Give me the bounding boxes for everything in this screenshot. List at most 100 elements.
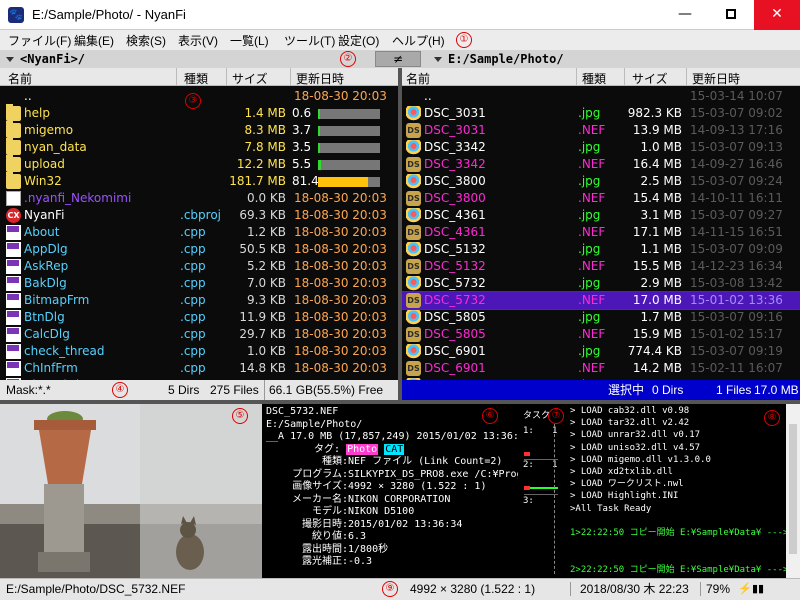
- log-pane[interactable]: > LOAD cab32.dll v0.98 > LOAD tar32.dll v…: [564, 404, 786, 578]
- file-row[interactable]: ChInfFrm .cpp 14.8 KB 18-08-30 20:03: [0, 360, 398, 377]
- file-row[interactable]: DSC_4361 .jpg 3.1 MB 15-03-07 09:27: [402, 207, 800, 224]
- file-row[interactable]: CalcDlg .cpp 29.7 KB 18-08-30 20:03: [0, 326, 398, 343]
- file-row[interactable]: DSC_5132 .jpg 1.1 MB 15-03-07 09:09: [402, 241, 800, 258]
- file-row[interactable]: DSC_6901 .jpg 774.4 KB 15-03-07 09:19: [402, 343, 800, 360]
- file-row[interactable]: upload 12.2 MB 5.5: [0, 155, 398, 173]
- menu-edit[interactable]: 編集(E): [74, 32, 114, 49]
- info-key: 画像サイズ:: [292, 481, 348, 492]
- left-path-bar[interactable]: <NyanFi>/: [0, 50, 372, 68]
- file-name: AppDlg: [24, 242, 68, 256]
- file-row[interactable]: .nyanfi_Nekomimi 0.0 KB 18-08-30 20:03: [0, 190, 398, 207]
- col-size[interactable]: サイズ: [632, 70, 668, 87]
- size-ratio-fill: [318, 160, 322, 170]
- file-row[interactable]: BitmapFrm .cpp 9.3 KB 18-08-30 20:03: [0, 292, 398, 309]
- image-preview[interactable]: ⑤: [0, 404, 262, 578]
- file-size: 2.5 MB: [640, 174, 682, 188]
- file-type: .jpg: [578, 174, 601, 188]
- menu-file[interactable]: ファイル(F): [8, 32, 71, 49]
- file-row[interactable]: nyan_data 7.8 MB 3.5: [0, 138, 398, 156]
- file-size: 3.1 MB: [640, 208, 682, 222]
- file-type: .NEF: [578, 225, 606, 239]
- marker-1: ①: [456, 32, 472, 48]
- menu-tools[interactable]: ツール(T): [284, 32, 335, 49]
- menu-search[interactable]: 検索(S): [126, 32, 166, 49]
- file-row[interactable]: DSC_3342 .jpg 1.0 MB 15-03-07 09:13: [402, 139, 800, 156]
- tag-photo[interactable]: Photo: [346, 443, 379, 455]
- col-type[interactable]: 種類: [184, 70, 208, 87]
- right-path-bar[interactable]: E:/Sample/Photo/: [426, 50, 800, 68]
- tag-cat[interactable]: CAT: [384, 443, 405, 455]
- file-row[interactable]: BtnDlg .cpp 11.9 KB 18-08-30 20:03: [0, 309, 398, 326]
- compare-button[interactable]: ≠: [375, 51, 421, 67]
- file-row[interactable]: AppDlg .cpp 50.5 KB 18-08-30 20:03: [0, 241, 398, 258]
- file-row[interactable]: DS DSC_5132 .NEF 15.5 MB 14-12-23 16:34: [402, 258, 800, 275]
- file-row[interactable]: Win32 181.7 MB 81.4: [0, 172, 398, 190]
- file-row[interactable]: check_thread .cpp 1.0 KB 18-08-30 20:03: [0, 343, 398, 360]
- left-file-list[interactable]: .. 18-08-30 20:03 help 1.4 MB 0.6 migemo 8.3 M…: [0, 86, 398, 380]
- nef-file-icon: DS: [406, 157, 421, 172]
- file-row[interactable]: .. 15-03-14 10:07: [402, 88, 800, 105]
- file-row[interactable]: About .cpp 1.2 KB 18-08-30 20:03: [0, 224, 398, 241]
- mask-text: Mask:*.*: [6, 383, 51, 397]
- dropdown-arrow-icon[interactable]: [6, 57, 14, 62]
- file-row[interactable]: migemo 8.3 MB 3.7: [0, 121, 398, 139]
- minimize-button[interactable]: —: [662, 0, 708, 30]
- file-name: DSC_3800: [424, 174, 486, 188]
- file-row[interactable]: DS DSC_5732 .NEF 17.0 MB 15-01-02 13:36: [402, 291, 800, 310]
- log-line: > LOAD unrar32.dll v0.17: [570, 430, 701, 441]
- size-ratio-fill: [318, 126, 321, 136]
- menu-help[interactable]: ヘルプ(H): [392, 32, 445, 49]
- col-date[interactable]: 更新日時: [296, 70, 344, 87]
- file-row[interactable]: DS DSC_3031 .NEF 13.9 MB 14-09-13 17:16: [402, 122, 800, 139]
- log-scrollbar[interactable]: [786, 404, 800, 578]
- file-size: 11.9 KB: [239, 310, 286, 324]
- file-row[interactable]: DS DSC_6901 .NEF 14.2 MB 15-02-11 16:07: [402, 360, 800, 377]
- file-size: 774.4 KB: [627, 344, 682, 358]
- right-file-list[interactable]: .. 15-03-14 10:07 DSC_3031 .jpg 982.3 KB 15-0…: [402, 86, 800, 380]
- file-size: 1.7 MB: [640, 310, 682, 324]
- size-ratio-bar: [318, 126, 380, 136]
- close-button[interactable]: ✕: [754, 0, 800, 30]
- file-size: 9.3 KB: [247, 293, 286, 307]
- file-row[interactable]: help 1.4 MB 0.6: [0, 104, 398, 122]
- file-row[interactable]: DS DSC_3342 .NEF 16.4 MB 14-09-27 16:46: [402, 156, 800, 173]
- marker-6: ⑥: [482, 408, 498, 424]
- menu-view[interactable]: 表示(V): [178, 32, 218, 49]
- file-row[interactable]: DSC_3031 .jpg 982.3 KB 15-03-07 09:02: [402, 105, 800, 122]
- file-row[interactable]: DSC_5805 .jpg 1.7 MB 15-03-07 09:16: [402, 309, 800, 326]
- file-row[interactable]: DSC_5732 .jpg 2.9 MB 15-03-08 13:42: [402, 275, 800, 292]
- paw-icon[interactable]: 🐾: [8, 7, 24, 23]
- info-field: プログラム:SILKYPIX_DS_PRO8.exe /C:¥Progr: [266, 469, 518, 482]
- col-date[interactable]: 更新日時: [692, 70, 740, 87]
- menu-list[interactable]: 一覧(L): [230, 32, 269, 49]
- info-key: 種類:: [321, 456, 348, 467]
- file-row[interactable]: DSC_3800 .jpg 2.5 MB 15-03-07 09:24: [402, 173, 800, 190]
- file-row[interactable]: BakDlg .cpp 7.0 KB 18-08-30 20:03: [0, 275, 398, 292]
- file-name: ChInfFrm: [24, 361, 78, 375]
- file-row[interactable]: DS DSC_3800 .NEF 15.4 MB 14-10-11 16:11: [402, 190, 800, 207]
- col-type[interactable]: 種類: [582, 70, 606, 87]
- file-count: 275 Files: [210, 383, 259, 397]
- col-name[interactable]: 名前: [406, 70, 430, 87]
- file-date: 18-08-30 20:03: [294, 225, 387, 239]
- task-pane: タスク ⑦ 1: 1 2: 1 3:: [520, 404, 564, 578]
- file-date: 18-08-30 20:03: [294, 344, 387, 358]
- file-date: 15-03-07 09:02: [690, 106, 783, 120]
- col-name[interactable]: 名前: [8, 70, 32, 87]
- file-size: 1.1 MB: [640, 242, 682, 256]
- scroll-thumb[interactable]: [789, 424, 797, 554]
- file-size: 8.3 MB: [244, 123, 286, 137]
- maximize-button[interactable]: [708, 0, 754, 30]
- file-date: 18-08-30 20:03: [294, 89, 387, 103]
- file-size: 1.2 KB: [247, 225, 286, 239]
- file-row[interactable]: CX NyanFi .cbproj 69.3 KB 18-08-30 20:03: [0, 207, 398, 224]
- col-size[interactable]: サイズ: [232, 70, 268, 87]
- file-info-pane[interactable]: DSC_5732.NEF E:/Sample/Photo/ __A 17.0 M…: [264, 404, 518, 578]
- menu-settings[interactable]: 設定(O): [338, 32, 379, 49]
- file-row[interactable]: DS DSC_4361 .NEF 17.1 MB 14-11-15 16:51: [402, 224, 800, 241]
- file-row[interactable]: DS DSC_5805 .NEF 15.9 MB 15-01-02 15:17: [402, 326, 800, 343]
- nef-file-icon: DS: [406, 225, 421, 240]
- dropdown-arrow-icon[interactable]: [434, 57, 442, 62]
- file-row[interactable]: AskRep .cpp 5.2 KB 18-08-30 20:03: [0, 258, 398, 275]
